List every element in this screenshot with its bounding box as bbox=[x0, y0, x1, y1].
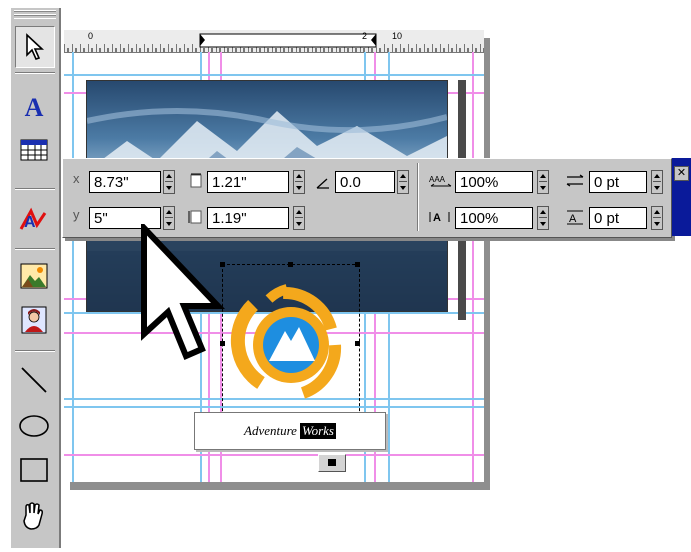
pan-tool[interactable] bbox=[15, 496, 53, 536]
vertical-scale-icon: A bbox=[429, 212, 450, 224]
svg-text:A: A bbox=[569, 213, 577, 225]
leading-field[interactable]: 0 pt bbox=[589, 207, 647, 229]
height-icon bbox=[188, 210, 202, 224]
leading-spinner[interactable] bbox=[651, 206, 663, 230]
width-spinner[interactable] bbox=[293, 170, 305, 194]
angle-spinner[interactable] bbox=[397, 170, 409, 194]
row-guide bbox=[64, 74, 484, 76]
vertical-scale-field[interactable]: 100% bbox=[455, 207, 533, 229]
ruler-number: 2 bbox=[362, 31, 368, 41]
caption-text: Adventure bbox=[244, 423, 297, 438]
table-tool[interactable] bbox=[15, 130, 53, 170]
arrow-pointer-icon bbox=[26, 33, 45, 60]
horizontal-scale-spinner[interactable] bbox=[537, 170, 549, 194]
horizontal-scale-field[interactable]: 100% bbox=[455, 171, 533, 193]
y-label: y bbox=[73, 207, 80, 222]
x-label: x bbox=[73, 171, 80, 186]
document-window[interactable]: 0 2 10 Adventure Works bbox=[64, 30, 484, 482]
diagonal-line-icon bbox=[21, 367, 47, 393]
horizontal-ruler[interactable]: 0 2 10 bbox=[64, 30, 484, 53]
toolbox-separator bbox=[15, 72, 55, 74]
adventure-works-logo bbox=[230, 284, 342, 399]
kerning-field[interactable]: 0 pt bbox=[589, 171, 647, 193]
resize-handle[interactable] bbox=[355, 262, 360, 267]
width-field[interactable]: 1.21" bbox=[207, 171, 289, 193]
height-spinner[interactable] bbox=[293, 206, 305, 230]
ellipse-icon bbox=[19, 415, 49, 437]
ruler-ticks bbox=[64, 30, 484, 52]
toolbox-separator bbox=[15, 188, 55, 190]
toolbox-separator bbox=[15, 248, 55, 250]
toolbox-separator bbox=[15, 350, 55, 352]
palette-title-bar[interactable]: ✕ bbox=[672, 158, 691, 236]
row-guide bbox=[64, 454, 484, 456]
column-guide bbox=[72, 52, 74, 482]
text-path-tool[interactable]: A bbox=[15, 200, 53, 240]
logo-picture-box[interactable] bbox=[220, 262, 360, 426]
x-spinner[interactable] bbox=[163, 170, 175, 194]
link-button[interactable] bbox=[318, 454, 346, 472]
width-icon bbox=[190, 173, 202, 188]
text-on-path-icon: A bbox=[19, 207, 47, 231]
oval-tool[interactable] bbox=[15, 406, 53, 446]
svg-text:A: A bbox=[433, 212, 441, 224]
kerning-spinner[interactable] bbox=[651, 170, 663, 194]
type-a-icon: A bbox=[24, 93, 44, 122]
x-position-field[interactable]: 8.73" bbox=[89, 171, 161, 193]
picture-box-tool[interactable] bbox=[15, 256, 53, 296]
angle-field[interactable]: 0.0 bbox=[335, 171, 395, 193]
rectangle-tool[interactable] bbox=[15, 450, 53, 490]
portrait-person-icon bbox=[21, 306, 47, 334]
close-icon[interactable]: ✕ bbox=[674, 166, 689, 181]
grabber-hand-icon bbox=[23, 502, 43, 530]
caption-highlighted-text: Works bbox=[299, 423, 336, 439]
resize-handle[interactable] bbox=[355, 341, 360, 346]
column-guide bbox=[472, 52, 474, 482]
square-icon bbox=[328, 459, 336, 466]
angle-icon bbox=[316, 178, 329, 189]
leading-icon: A bbox=[567, 210, 583, 225]
vertical-scale-spinner[interactable] bbox=[537, 206, 549, 230]
table-grid-icon bbox=[20, 139, 48, 161]
palette-divider bbox=[417, 163, 419, 231]
type-tool[interactable]: A bbox=[15, 88, 53, 128]
ruler-number: 10 bbox=[392, 31, 403, 41]
horizontal-scale-icon: AAA bbox=[429, 175, 452, 187]
ruler-number: 0 bbox=[88, 31, 94, 41]
svg-text:AAA: AAA bbox=[429, 175, 446, 184]
line-tool[interactable] bbox=[15, 360, 53, 400]
toolbox-palette: A A bbox=[10, 8, 61, 548]
svg-text:A: A bbox=[24, 214, 36, 231]
selection-tool[interactable] bbox=[15, 26, 55, 68]
portrait-tool[interactable] bbox=[15, 300, 53, 340]
toolbox-grip[interactable] bbox=[14, 10, 56, 19]
picture-landscape-icon bbox=[20, 263, 48, 289]
rectangle-icon bbox=[20, 458, 48, 482]
kerning-icon bbox=[566, 174, 584, 187]
resize-handle[interactable] bbox=[288, 262, 293, 267]
caption-text-box[interactable]: Adventure Works bbox=[194, 412, 386, 450]
arrow-cursor-icon bbox=[141, 224, 225, 360]
